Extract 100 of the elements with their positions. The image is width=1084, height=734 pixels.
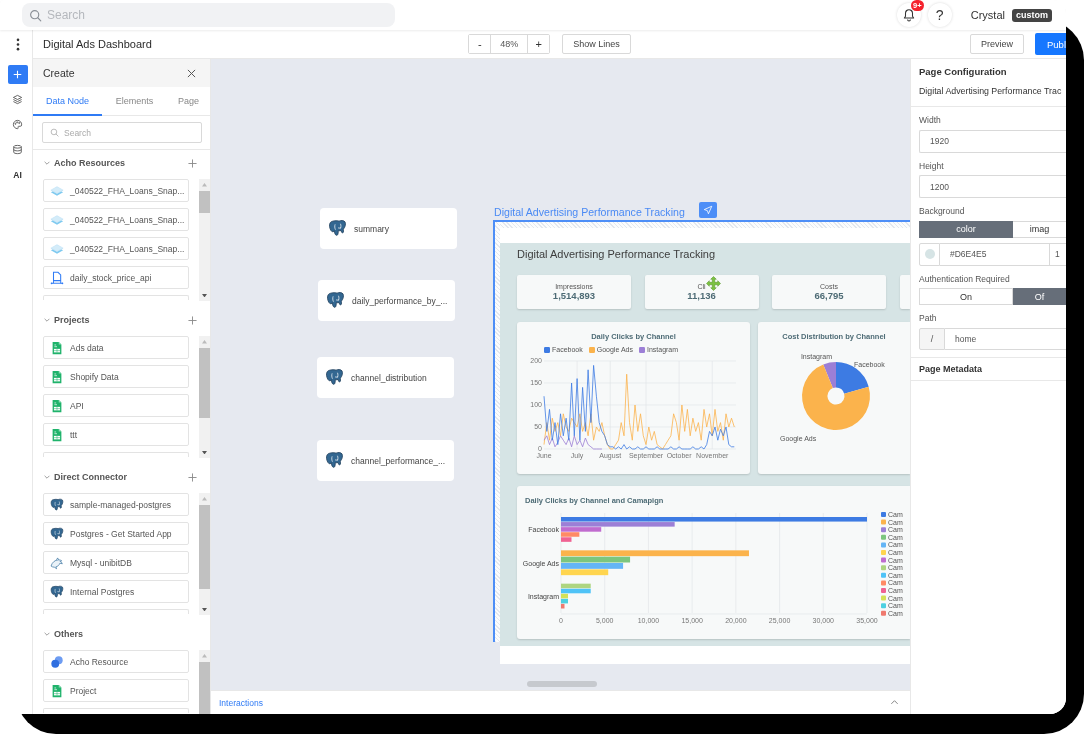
section-title[interactable]: Others [54,629,83,639]
bell-icon [901,8,916,22]
scroll-down-icon[interactable] [202,293,207,297]
scroll-up-icon[interactable] [202,497,207,501]
field-label: Height [919,159,945,172]
list-item[interactable]: Mysql - unibitDB [43,551,189,574]
preview-button[interactable]: Preview [970,34,1024,54]
segment-button[interactable]: color [919,220,1013,238]
spreadsheet-icon [50,398,64,413]
scroll-up-icon[interactable] [202,654,207,658]
layers-icon [50,183,64,198]
search-field[interactable]: Search [42,122,202,143]
help-button[interactable]: ? [927,3,952,27]
plus-icon[interactable] [188,315,197,325]
segment-button[interactable]: Of [1013,288,1066,305]
list-item[interactable]: Internal Postgres [43,580,189,603]
ai-button[interactable]: AI [7,165,28,184]
page-name: Digital Advertising Performance Trac [919,85,1063,97]
show-lines-button[interactable]: Show Lines [562,34,631,54]
list-item[interactable]: API [43,394,189,417]
plus-icon[interactable] [188,158,197,168]
layers-icon [50,241,64,256]
layers-icon [50,212,64,227]
plus-icon[interactable] [188,472,197,482]
elephant-icon [50,584,64,599]
scroll-down-icon[interactable] [202,450,207,454]
path-field[interactable]: home [945,327,1066,350]
kpi-value: 66,795 [814,290,844,302]
section-title[interactable]: Projects [54,315,90,325]
scrollbar-thumb[interactable] [199,662,210,714]
list-item[interactable]: _040522_FHA_Loans_Snap... [43,237,189,260]
panel-title: Create [43,67,75,79]
data-node[interactable]: channel_distribution [317,357,454,398]
scroll-up-icon[interactable] [202,183,207,187]
list-item[interactable]: _040522_FHA_Loans_Snap... [43,208,189,231]
layers-icon [12,94,23,105]
list-item[interactable]: Acho Resource [43,650,189,673]
circles-icon [50,654,64,669]
kpi-value: 1,514,893 [552,290,596,302]
dashboard-title: Digital Advertising Performance Tracking [517,247,717,261]
list-item[interactable]: _040522_FHA_Loans_Snap... [43,179,189,202]
rail-button[interactable] [7,65,28,84]
field-label: Background [919,205,966,217]
list-item[interactable]: Project [43,679,189,702]
list-item[interactable] [43,295,189,300]
input-field[interactable]: 1920 [919,129,1066,153]
scrollbar-thumb[interactable] [199,348,210,418]
tab[interactable]: Data Node [33,87,102,116]
scrollbar-thumb[interactable] [527,681,597,687]
list-item[interactable] [43,609,189,614]
page-action-button[interactable] [699,202,717,218]
spreadsheet-icon [50,683,64,698]
tab[interactable]: Page [167,87,210,116]
chevron-down-icon[interactable] [43,159,51,167]
input-field[interactable]: 1200 [919,175,1066,198]
list-item[interactable]: Ads data [43,336,189,359]
section-title[interactable]: Acho Resources [54,158,126,168]
list-item[interactable] [43,452,189,457]
segment-button[interactable]: imag [1013,220,1066,238]
user-name[interactable]: Crystal [970,9,1005,21]
list-item[interactable]: ttt [43,423,189,446]
input-field[interactable]: 1 [1050,242,1066,266]
list-item[interactable]: Shopify Data [43,365,189,388]
elephant-icon [325,451,344,470]
field-label: Width [919,114,942,126]
tab[interactable]: Elements [102,87,167,116]
list-item[interactable]: daily_stock_price_api [43,266,189,289]
scrollbar-thumb[interactable] [199,505,210,589]
data-node[interactable]: summary [320,208,457,249]
color-field[interactable]: #D6E4E5 [940,242,1050,266]
kpi-value: 11,136 [687,290,716,302]
color-picker-button[interactable] [919,242,940,266]
palette-icon [12,119,23,130]
spreadsheet-icon [50,340,64,355]
search-icon [50,128,59,137]
database-icon [12,144,23,155]
list-item[interactable]: Postgres - Get Started App [43,522,189,545]
search-field[interactable]: Search [22,3,395,27]
data-node[interactable]: daily_performance_by_... [318,280,455,321]
spreadsheet-icon [50,369,64,384]
elephant-icon [50,526,64,541]
scroll-up-icon[interactable] [202,340,207,344]
dolphin-icon [50,555,64,570]
chevron-down-icon[interactable] [43,316,51,324]
data-node[interactable]: channel_performance_... [317,440,454,481]
publish-button[interactable]: Publ [1035,33,1066,55]
field-label: Path [919,312,938,324]
segment-button[interactable]: On [919,288,1013,305]
list-item[interactable]: sample-managed-postgres [43,493,189,516]
chevron-up-icon[interactable] [890,698,899,707]
more-icon[interactable] [15,37,20,51]
close-icon[interactable] [187,68,196,78]
scroll-down-icon[interactable] [202,607,207,611]
chevron-down-icon[interactable] [43,630,51,638]
chevron-down-icon[interactable] [43,473,51,481]
section-title[interactable]: Page Metadata [911,357,1066,381]
scrollbar-thumb[interactable] [199,191,210,213]
list-item[interactable] [43,708,189,713]
panel-title[interactable]: Interactions [219,697,263,708]
section-title[interactable]: Direct Connector [54,472,127,482]
